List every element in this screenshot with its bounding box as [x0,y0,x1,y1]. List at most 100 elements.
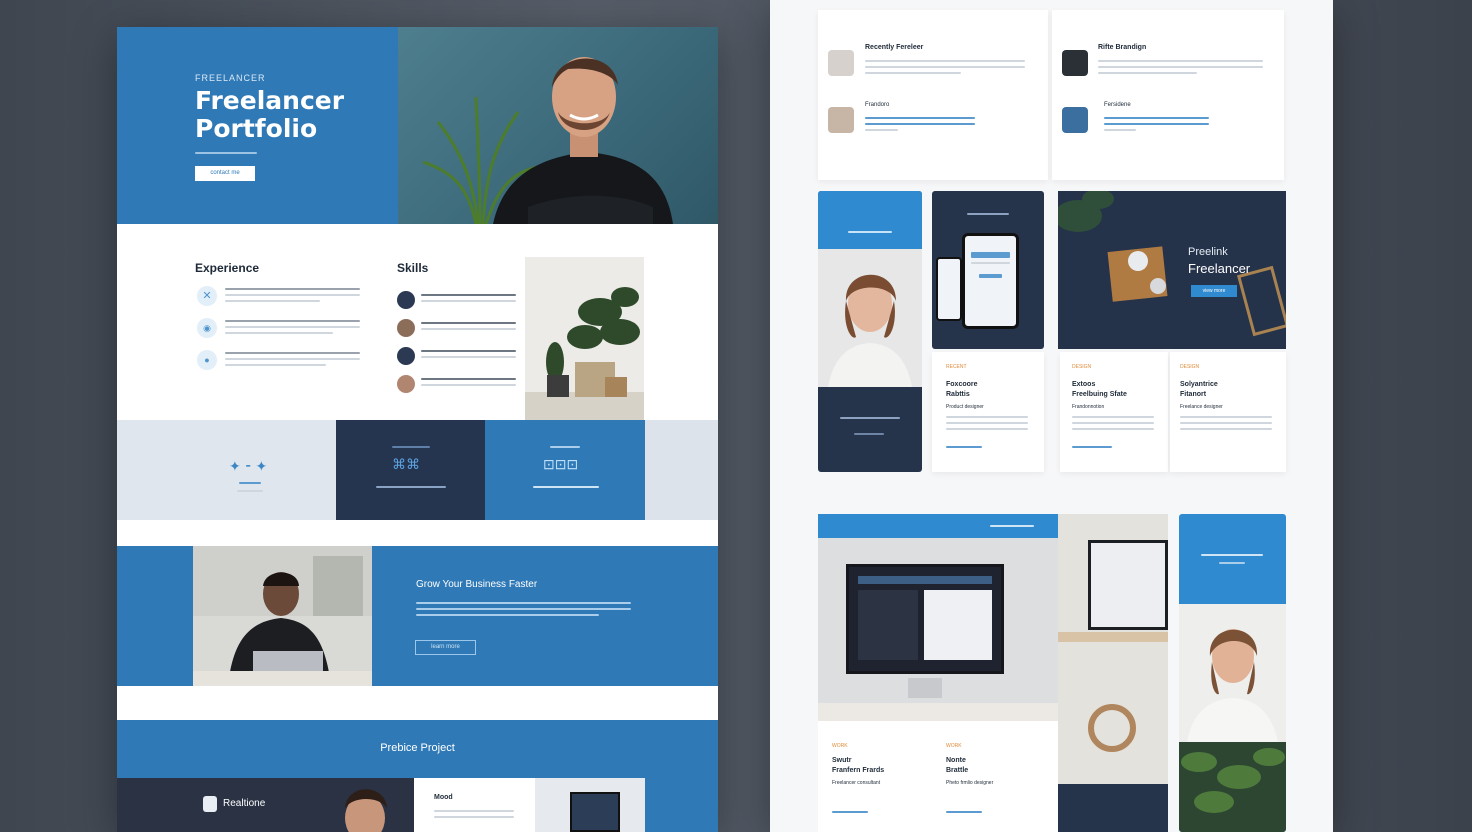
project-card-name: Realtione [223,798,266,809]
info-card-title-line2: Freelbuing Sfate [1072,391,1127,398]
left-mockup-page: FREELANCER Freelancer Portfolio contact … [117,27,718,832]
project-card[interactable]: Realtione Mood [117,778,645,832]
bottom-card-title: Swutr Franfern Frards [832,756,884,776]
info-card-3[interactable]: DESIGN Solyantrice Fitanort Freelance de… [1170,352,1286,472]
skill-avatar [397,319,415,337]
bottom-card-title-line2: Brattle [946,767,969,774]
skill-avatar [397,347,415,365]
bottom-card-tag: WORK [946,743,962,749]
testimonial-avatar [1062,50,1088,76]
bottom-card-sub: Pheto frmlio designer [946,780,994,786]
testimonial-name: Rifte Brandign [1098,44,1147,51]
hero-title-line1: Freelancer [195,86,345,115]
experience-icon: ✕ [197,286,217,306]
experience-section: Experience ✕ ◉ ● Skills [117,224,718,420]
object-photo-card [1058,514,1168,832]
profile-card-photo [818,249,922,387]
projects-section: Prebice Project Realtione Mood [117,720,718,832]
stat-block-3: ⊡⊡⊡ [485,420,645,520]
info-card-sub: Freelance designer [1180,404,1223,410]
hero-title-line2: Portfolio [195,114,318,143]
banner-text [416,602,631,620]
skills-title: Skills [397,261,429,275]
experience-item: ● [197,348,367,380]
project-card-label: Mood [434,794,453,801]
info-card-2[interactable]: DESIGN Extoos Freelbuing Sfate Frandonno… [1060,352,1168,472]
hero-portrait-photo [398,27,718,224]
testimonial-name: Frandoro [865,102,890,108]
testimonial-name: Fersidene [1104,102,1131,108]
info-card-tag: DESIGN [1180,364,1200,370]
stat-block-4 [645,420,718,520]
experience-title-text: Experience [195,261,260,275]
info-card-title-line1: Solyantrice [1180,381,1218,388]
hero-section: FREELANCER Freelancer Portfolio contact … [117,27,718,224]
bottom-card-tag: WORK [832,743,848,749]
info-card-title-line2: Rabttis [946,391,970,398]
hero-title: Freelancer Portfolio [195,87,344,143]
info-card-title: Solyantrice Fitanort [1180,380,1218,400]
business-banner: Grow Your Business Faster learn more [117,546,718,686]
promo-card[interactable]: Preelink Freelancer view more [1058,191,1286,349]
skill-item [397,375,517,403]
testimonial-avatar [828,107,854,133]
projects-title: Prebice Project [380,742,455,754]
experience-icon: ◉ [197,318,217,338]
project-card-photo: Realtione [117,778,414,832]
testimonial-panel-right: Rifte Brandign Fersidene [1052,10,1284,180]
profile-card-bottom[interactable] [1179,514,1286,832]
info-card-sub: Product designer [946,404,984,410]
promo-button[interactable]: view more [1191,285,1237,297]
bottom-card-title: Nonte Brattle [946,756,968,776]
banner-title: Grow Your Business Faster [416,579,538,590]
plant-photo [525,257,644,420]
bottom-card-title-line2: Franfern Frards [832,767,885,774]
info-card-title: Foxcoore Rabttis [946,380,978,400]
bottom-card-title-line1: Nonte [946,757,966,764]
testimonial-avatar [828,50,854,76]
info-card-tag: RECENT [946,364,967,370]
phone-mockup-card [932,191,1044,349]
stats-band: ✦ ⁃ ✦ ⌘⌘ ⊡⊡⊡ [117,420,718,520]
info-card-title: Extoos Freelbuing Sfate [1072,380,1127,400]
experience-icon: ● [197,350,217,370]
hero-eyebrow: FREELANCER [195,73,266,83]
phone-screen [962,233,1019,329]
profile-card[interactable] [818,191,922,472]
stat-icon: ⌘⌘ [392,456,420,472]
stat-icon: ✦ ⁃ ✦ [229,458,268,474]
experience-item: ✕ [197,284,367,316]
speaker-icon [1088,704,1136,752]
stat-block-1: ✦ ⁃ ✦ [117,420,336,520]
banner-button[interactable]: learn more [415,640,476,655]
bottom-card-title-line1: Swutr [832,757,852,764]
info-card-title-line2: Fitanort [1180,391,1207,398]
info-card-1[interactable]: RECENT Foxcoore Rabttis Product designer [932,352,1044,472]
hero-cta-button[interactable]: contact me [195,166,255,181]
profile-card-bottom-photo [1179,604,1286,742]
banner-photo [193,546,372,686]
experience-list: ✕ ◉ ● [197,284,367,380]
info-card-title-line1: Extoos [1072,381,1096,388]
testimonial-panel-left: Recently Fereleer Frandoro [818,10,1048,180]
skill-item [397,291,517,319]
skill-avatar [397,375,415,393]
promo-line2: Freelancer [1188,261,1251,276]
project-logo-icon [203,796,217,812]
testimonial-avatar [1062,107,1088,133]
experience-title: Experience [195,261,259,275]
skills-list [397,291,517,403]
info-card-tag: DESIGN [1072,364,1092,370]
right-mockup-page: Recently Fereleer Frandoro Rifte Brandig… [770,0,1333,832]
experience-item: ◉ [197,316,367,348]
bottom-card-sub: Freelancer consultant [832,780,881,786]
info-card-sub: Frandonnotion [1072,404,1105,410]
skill-item [397,319,517,347]
skill-avatar [397,291,415,309]
hero-subtitle [195,152,257,154]
testimonial-name: Recently Fereleer [865,44,924,51]
project-device-photo [535,778,645,832]
skill-item [397,347,517,375]
info-card-title-line1: Foxcoore [946,381,978,388]
stat-block-2: ⌘⌘ [336,420,485,520]
